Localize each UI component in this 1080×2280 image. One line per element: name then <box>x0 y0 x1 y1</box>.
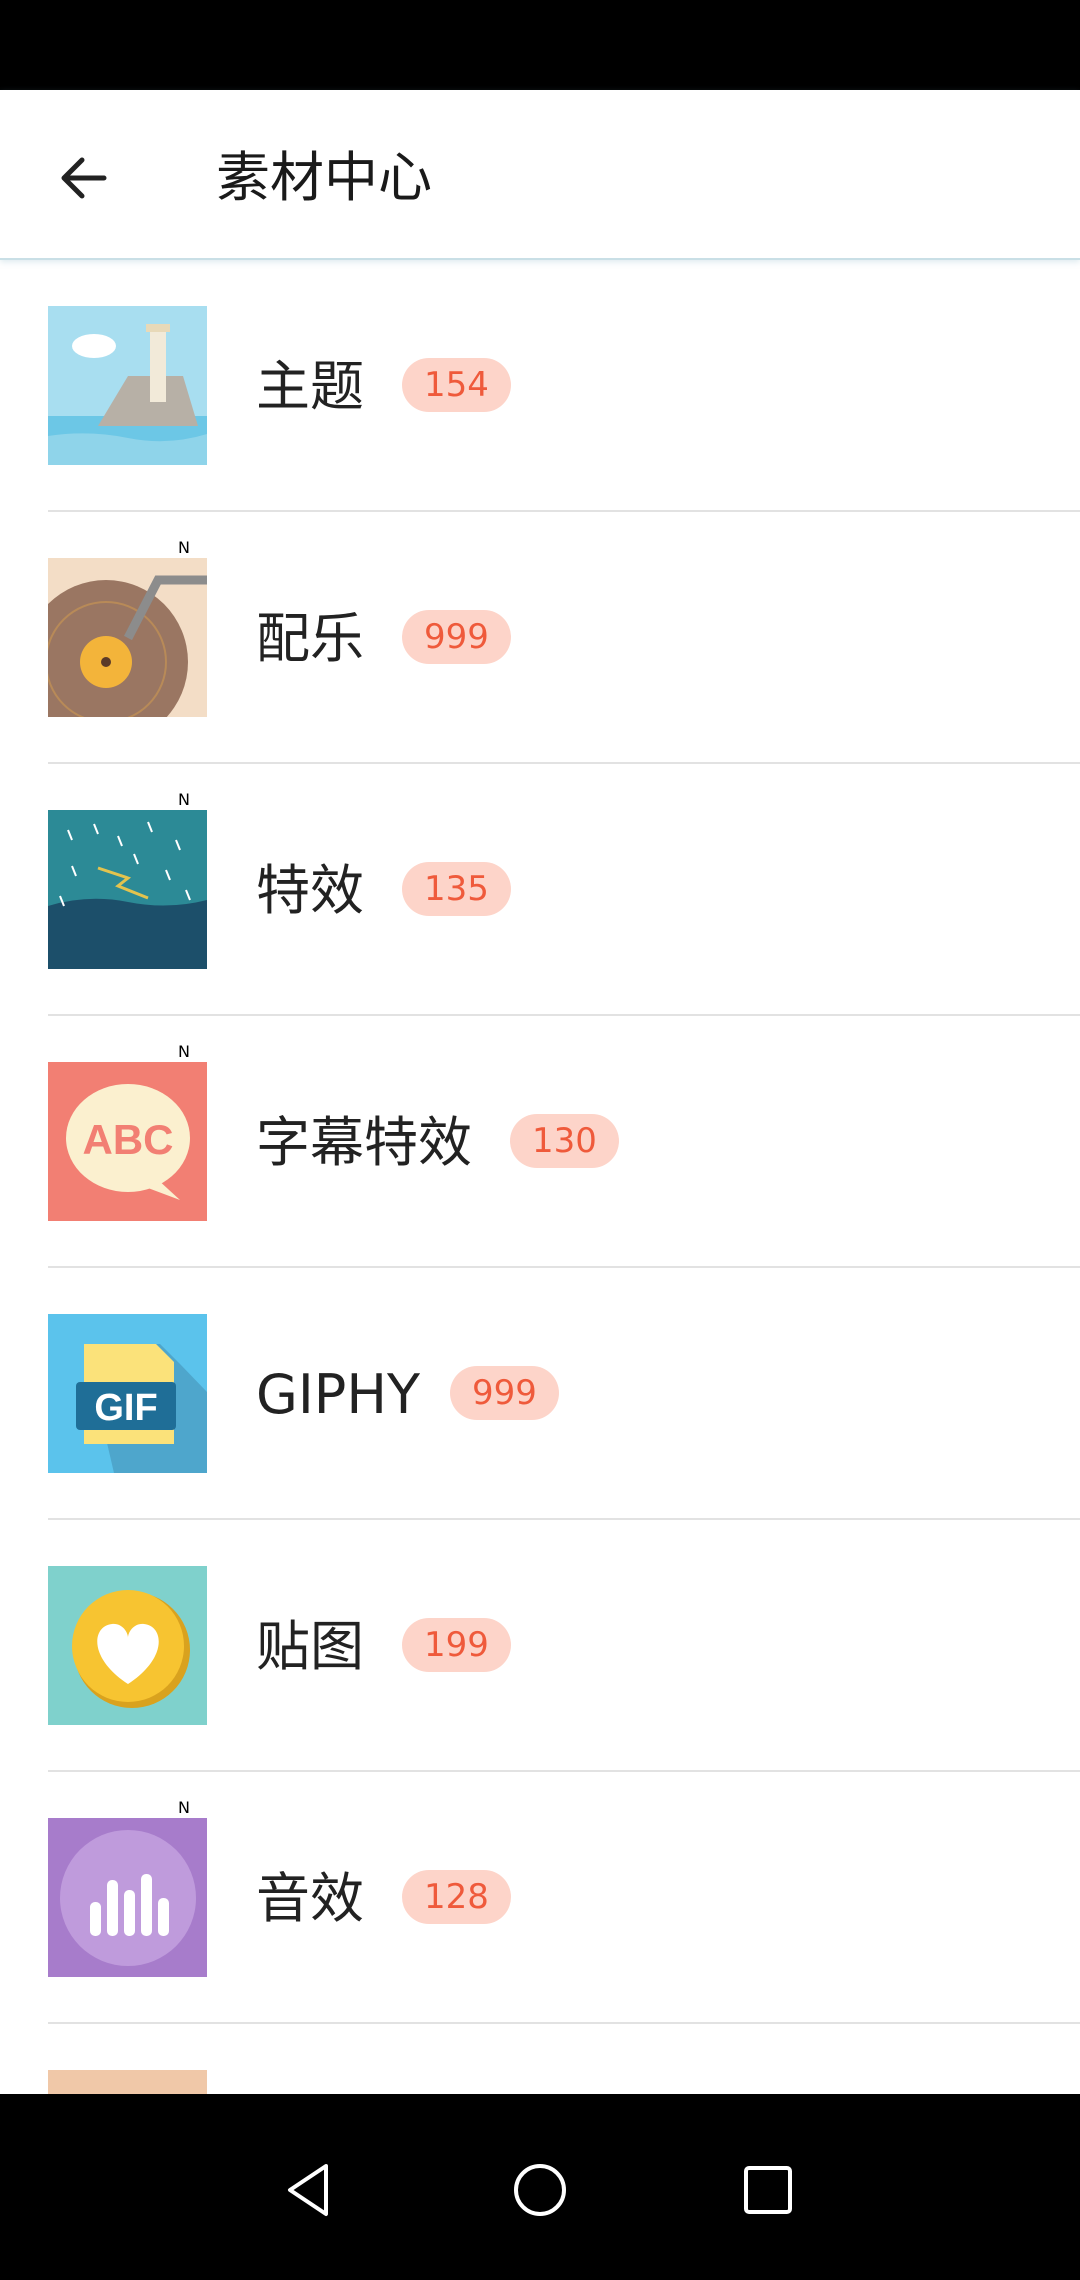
item-label: 字幕特效 <box>256 1111 472 1174</box>
item-label: 配乐 <box>256 607 364 670</box>
count-badge: 128 <box>402 1870 511 1924</box>
list-item-subtitle-effects[interactable]: ABC 字幕特效 130 <box>0 1016 1080 1268</box>
nav-recents-button[interactable] <box>718 2140 818 2240</box>
item-label: 贴图 <box>256 1615 364 1678</box>
item-label: GIPHY <box>256 1363 420 1426</box>
count-badge: 199 <box>402 1618 511 1672</box>
back-button[interactable] <box>40 134 128 222</box>
circle-home-icon <box>514 2164 566 2216</box>
new-indicator: N <box>178 790 190 809</box>
count-badge: 135 <box>402 862 511 916</box>
rain-lightning-icon <box>48 810 207 969</box>
count-badge: 999 <box>402 610 511 664</box>
status-bar <box>0 0 1080 90</box>
list-item-stickers[interactable]: 贴图 199 <box>0 1520 1080 1772</box>
heart-badge-icon <box>48 1566 207 1725</box>
new-indicator: N <box>178 1042 190 1061</box>
count-badge: 999 <box>450 1366 559 1420</box>
list-item-effects[interactable]: 特效 135 <box>0 764 1080 1016</box>
arrow-left-icon <box>61 157 107 199</box>
lighthouse-icon <box>48 306 207 465</box>
new-indicator: N <box>178 1798 190 1817</box>
svg-text:ABC: ABC <box>83 1116 174 1163</box>
sound-bars-icon <box>48 1818 207 1977</box>
item-label: 音效 <box>256 1867 364 1930</box>
system-navigation-bar <box>0 2094 1080 2280</box>
abc-speech-bubble-icon: ABC <box>48 1062 207 1221</box>
count-badge: 154 <box>402 358 511 412</box>
vinyl-record-icon <box>48 558 207 717</box>
new-indicator: N <box>178 538 190 557</box>
nav-home-button[interactable] <box>490 2140 590 2240</box>
item-label: 特效 <box>256 859 364 922</box>
list-item-theme[interactable]: 主题 154 <box>0 260 1080 512</box>
list-item-giphy[interactable]: GIF GIPHY 999 <box>0 1268 1080 1520</box>
nav-back-button[interactable] <box>258 2140 358 2240</box>
count-badge: 130 <box>510 1114 619 1168</box>
gif-file-icon: GIF <box>48 1314 207 1473</box>
triangle-back-icon <box>288 2164 328 2216</box>
item-label: 主题 <box>256 355 364 418</box>
app-bar: 素材中心 <box>0 90 1080 260</box>
material-list: 主题 154 配乐 999 特效 135 ABC 字幕特效 130 GIF GI… <box>0 260 1080 2276</box>
list-item-sound-effects[interactable]: 音效 128 <box>0 1772 1080 2024</box>
square-recents-icon <box>744 2166 792 2214</box>
svg-text:GIF: GIF <box>94 1387 157 1429</box>
list-item-music[interactable]: 配乐 999 <box>0 512 1080 764</box>
page-title: 素材中心 <box>216 146 432 209</box>
